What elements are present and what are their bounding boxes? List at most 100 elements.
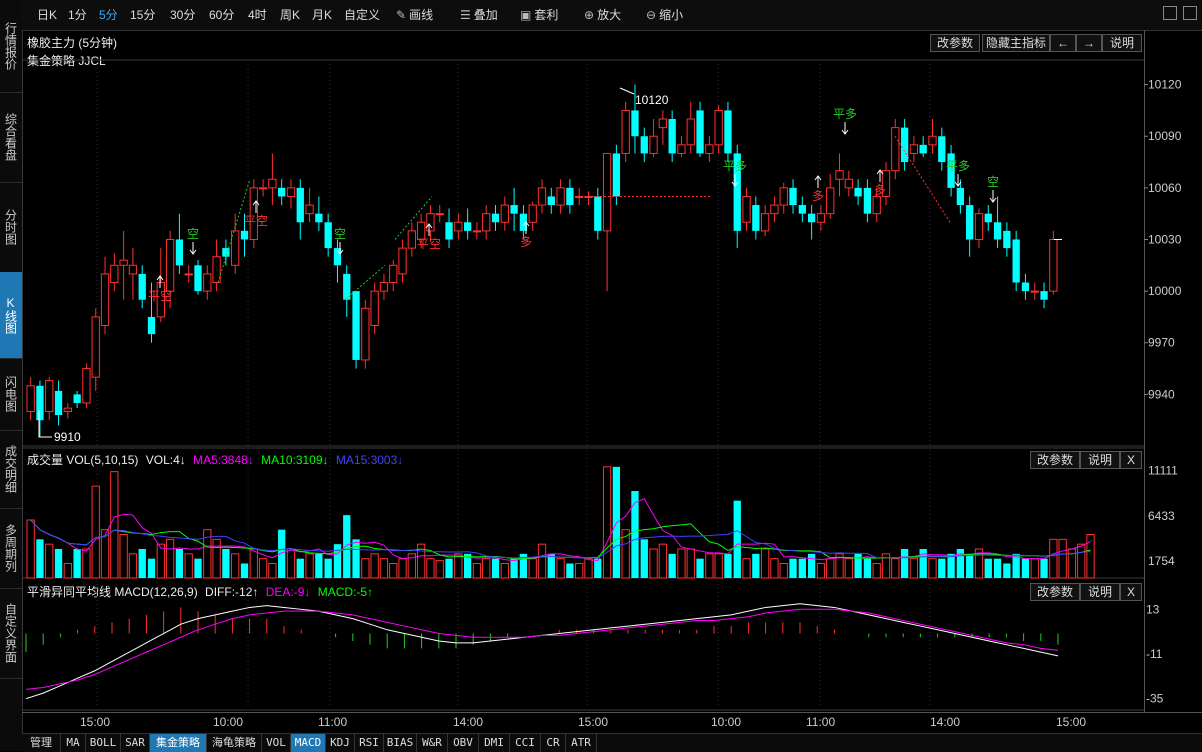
candle-body [398, 247, 407, 275]
volume-bar [278, 529, 286, 578]
bottom-tab-13[interactable]: DMI [479, 734, 510, 752]
candle-body [343, 273, 351, 300]
volume-bar [835, 553, 844, 579]
volume-bar [389, 563, 398, 579]
candle-body [742, 195, 751, 223]
restore-window-icon[interactable] [1163, 6, 1177, 20]
bottom-tab-10[interactable]: BIAS [384, 734, 417, 752]
left-tab-label: 成交明细 [3, 445, 18, 493]
candle-body [584, 195, 593, 198]
vol-ma5: MA5:3848↓ [193, 453, 254, 467]
candle-body [54, 390, 63, 416]
period-1分[interactable]: 1分 [68, 6, 87, 24]
volume-bar [370, 553, 379, 579]
main-btn-3[interactable]: → [1076, 34, 1102, 52]
left-tab-3[interactable]: K线图 [0, 272, 22, 359]
volume-axis-label: 11111 [1148, 464, 1178, 478]
volume-bar [258, 558, 268, 579]
bottom-tab-2[interactable]: BOLL [86, 734, 121, 752]
bottom-tab-3[interactable]: SAR [121, 734, 150, 752]
volume-bar [222, 549, 230, 578]
left-tab-2[interactable]: 分时图 [0, 182, 22, 273]
period-周K[interactable]: 周K [280, 6, 300, 24]
volume-bar [500, 563, 509, 579]
bottom-tab-11[interactable]: W&R [417, 734, 448, 752]
candle-body [119, 259, 128, 266]
volume-bar [714, 553, 723, 579]
macd-btn-2[interactable]: X [1120, 583, 1142, 601]
main-btn-0[interactable]: 改参数 [930, 34, 980, 52]
volume-ma10-line [30, 519, 1091, 560]
tool-stack[interactable]: ☰ 叠加 [460, 6, 498, 24]
volume-bar [463, 553, 472, 578]
main-btn-1[interactable]: 隐藏主指标 [982, 34, 1050, 52]
bottom-tab-16[interactable]: ATR [566, 734, 597, 752]
close-window-icon[interactable] [1183, 6, 1197, 20]
bottom-tab-0[interactable]: 管理 [22, 734, 61, 752]
bottom-tab-8[interactable]: KDJ [326, 734, 355, 752]
macd-btn-0[interactable]: 改参数 [1030, 583, 1080, 601]
period-月K[interactable]: 月K [312, 6, 332, 24]
volume-bar [556, 558, 565, 579]
signal-arrow-down-icon [989, 190, 997, 203]
candle-body [472, 230, 482, 233]
bottom-tab-14[interactable]: CCI [510, 734, 541, 752]
candle-body [696, 110, 704, 154]
main-btn-2[interactable]: ← [1050, 34, 1076, 52]
period-30分[interactable]: 30分 [170, 6, 195, 24]
candle-body [510, 205, 518, 214]
vol-btn-0[interactable]: 改参数 [1030, 451, 1080, 469]
period-日K[interactable]: 日K [37, 6, 57, 24]
bottom-tab-9[interactable]: RSI [355, 734, 384, 752]
volume-bar [631, 491, 639, 578]
volume-bar [696, 558, 704, 578]
period-4时[interactable]: 4时 [248, 6, 267, 24]
left-tab-6[interactable]: 多周期列 [0, 508, 22, 589]
volume-bar [575, 563, 584, 579]
tool-pencil[interactable]: ✎ 画线 [396, 6, 433, 24]
left-tab-5[interactable]: 成交明细 [0, 430, 22, 509]
high-price-label: 10120 [635, 93, 669, 107]
candle-body [984, 213, 992, 223]
macd-btn-1[interactable]: 说明 [1080, 583, 1120, 601]
volume-bar [491, 558, 500, 578]
period-60分[interactable]: 60分 [209, 6, 234, 24]
kline-chart[interactable]: 平空空平空空平空 多平多多平多多平多空 101201009010060100301… [0, 0, 1202, 751]
tool-zoom-in[interactable]: ⊕ 放大 [584, 6, 621, 24]
vol-btn-1[interactable]: 说明 [1080, 451, 1120, 469]
indicator-tab-bar: 管理 MA BOLL SAR 集金策略 海龟策略 VOL MACD KDJ RSI BIAS W&R O… [22, 733, 1202, 752]
bottom-tab-4[interactable]: 集金策略 [150, 734, 207, 752]
left-tab-label: 分时图 [3, 209, 18, 245]
price-axis-label: 9970 [1148, 336, 1175, 350]
candle-body [194, 265, 202, 292]
bottom-tab-12[interactable]: OBV [448, 734, 479, 752]
candle-body [63, 407, 72, 413]
period-15分[interactable]: 15分 [130, 6, 155, 24]
left-tab-7[interactable]: 自定义界面 [0, 588, 22, 679]
volume-bar [82, 548, 91, 579]
candle-body [165, 238, 175, 292]
period-5分[interactable]: 5分 [99, 6, 118, 24]
time-axis-label: 15:00 [578, 715, 608, 729]
candle-body [184, 273, 193, 276]
tool-label: 叠加 [473, 8, 498, 22]
tool-label: 画线 [409, 8, 434, 22]
candle-body [1040, 291, 1048, 300]
bottom-tab-15[interactable]: CR [541, 734, 566, 752]
signal-label: 空 [334, 227, 346, 241]
left-tab-1[interactable]: 综合看盘 [0, 92, 22, 183]
tool-zoom-out[interactable]: ⊖ 缩小 [646, 6, 683, 24]
period-自定义[interactable]: 自定义 [344, 6, 380, 24]
left-tab-4[interactable]: 闪电图 [0, 358, 22, 431]
bottom-tab-7[interactable]: MACD [291, 734, 326, 752]
vol-btn-2[interactable]: X [1120, 451, 1142, 469]
bottom-tab-1[interactable]: MA [61, 734, 86, 752]
volume-bar [324, 558, 332, 578]
bottom-tab-5[interactable]: 海龟策略 [207, 734, 262, 752]
left-tab-bar: 行情报价 综合看盘分时图 K线图 闪电图成交明细多周期列 自定义界面 [0, 0, 23, 751]
main-btn-4[interactable]: 说明 [1102, 34, 1142, 52]
left-tab-0[interactable]: 行情报价 [0, 0, 22, 93]
tool-arbitrage[interactable]: ▣ 套利 [520, 6, 558, 24]
volume-bar [640, 539, 648, 578]
bottom-tab-6[interactable]: VOL [262, 734, 291, 752]
